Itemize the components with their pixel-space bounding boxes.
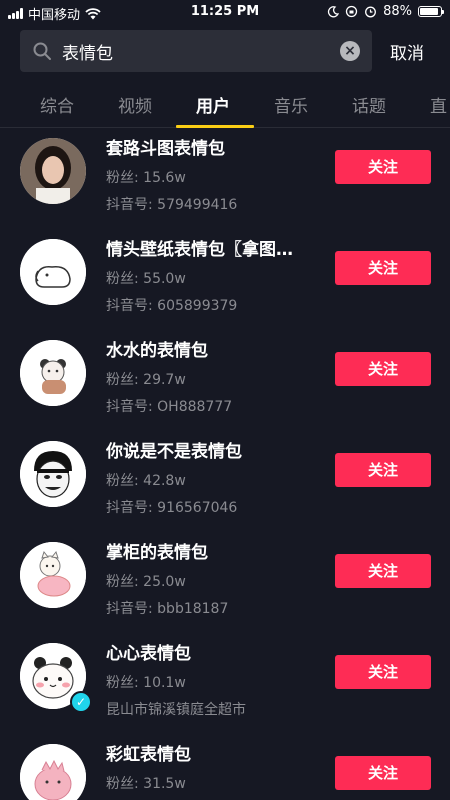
tab-topics[interactable]: 话题 xyxy=(352,92,386,117)
tab-videos[interactable]: 视频 xyxy=(118,92,152,117)
user-name[interactable]: 掌柜的表情包 xyxy=(106,538,316,563)
pink-dino-avatar-icon xyxy=(20,744,86,800)
search-bar[interactable]: × xyxy=(20,30,372,72)
follow-button[interactable]: 关注 xyxy=(335,150,431,184)
list-item[interactable]: 掌柜的表情包 粉丝: 25.0w 抖音号: bbb18187 关注 xyxy=(0,532,450,633)
follow-button[interactable]: 关注 xyxy=(335,554,431,588)
tab-users[interactable]: 用户 xyxy=(196,92,230,117)
follow-button[interactable]: 关注 xyxy=(335,655,431,689)
douyin-id: 抖音号: bbb18187 xyxy=(106,601,229,617)
search-results-screen: 中国移动 11:25 PM 88% 表情包 × 取消 综合 视频 用户 音乐 话… xyxy=(0,0,450,800)
cancel-button[interactable]: 取消 xyxy=(390,39,424,64)
tab-comprehensive[interactable]: 综合 xyxy=(40,92,74,117)
douyin-id: 抖音号: OH888777 xyxy=(106,399,233,415)
result-tabs: 综合 视频 用户 音乐 话题 直 xyxy=(0,82,450,128)
user-name[interactable]: 你说是不是表情包 xyxy=(106,437,316,462)
list-item[interactable]: 套路斗图表情包 粉丝: 15.6w 抖音号: 579499416 关注 xyxy=(0,128,450,229)
alarm-icon xyxy=(365,6,377,18)
clear-search-icon[interactable]: × xyxy=(340,41,360,61)
follower-count: 粉丝: 25.0w xyxy=(106,574,186,590)
rotation-lock-icon xyxy=(345,5,358,18)
avatar[interactable] xyxy=(20,138,86,204)
cat-pig-avatar-icon xyxy=(20,542,86,608)
user-name[interactable]: 彩虹表情包 xyxy=(106,740,316,765)
search-input[interactable] xyxy=(62,30,332,72)
list-item[interactable]: 情头壁纸表情包〖拿图… 粉丝: 55.0w 抖音号: 605899379 关注 xyxy=(0,229,450,330)
user-list: 套路斗图表情包 粉丝: 15.6w 抖音号: 579499416 关注 情头壁纸… xyxy=(0,128,450,800)
battery-percent: 88% xyxy=(383,4,412,19)
panda-bear-avatar-icon xyxy=(20,340,86,406)
girl-portrait-avatar-icon xyxy=(20,138,86,204)
follow-button[interactable]: 关注 xyxy=(335,756,431,790)
avatar[interactable] xyxy=(20,239,86,305)
avatar[interactable] xyxy=(20,542,86,608)
follower-count: 粉丝: 55.0w xyxy=(106,271,186,287)
list-item[interactable]: ✓ 心心表情包 粉丝: 10.1w 昆山市锦溪镇庭全超市 关注 xyxy=(0,633,450,734)
user-location: 昆山市锦溪镇庭全超市 xyxy=(106,702,246,718)
user-name[interactable]: 情头壁纸表情包〖拿图… xyxy=(106,235,316,260)
follower-count: 粉丝: 31.5w xyxy=(106,776,186,792)
search-icon xyxy=(33,42,51,60)
avatar[interactable] xyxy=(20,744,86,800)
battery-icon xyxy=(418,6,444,17)
douyin-id: 抖音号: 605899379 xyxy=(106,298,238,314)
follow-button[interactable]: 关注 xyxy=(335,453,431,487)
status-bar: 中国移动 11:25 PM 88% xyxy=(0,0,450,24)
meme-face-avatar-icon xyxy=(20,441,86,507)
follower-count: 粉丝: 42.8w xyxy=(106,473,186,489)
douyin-id: 抖音号: 916567046 xyxy=(106,500,238,516)
list-item[interactable]: 水水的表情包 粉丝: 29.7w 抖音号: OH888777 关注 xyxy=(0,330,450,431)
follow-button[interactable]: 关注 xyxy=(335,251,431,285)
verified-badge-icon: ✓ xyxy=(70,691,92,713)
follower-count: 粉丝: 15.6w xyxy=(106,170,186,186)
battery-level xyxy=(420,8,438,15)
user-name[interactable]: 水水的表情包 xyxy=(106,336,316,361)
tab-music[interactable]: 音乐 xyxy=(274,92,308,117)
follow-button[interactable]: 关注 xyxy=(335,352,431,386)
avatar[interactable] xyxy=(20,340,86,406)
tab-live[interactable]: 直 xyxy=(430,92,447,117)
moon-icon xyxy=(328,5,340,17)
user-name[interactable]: 套路斗图表情包 xyxy=(106,134,316,159)
avatar[interactable] xyxy=(20,441,86,507)
white-puppy-avatar-icon xyxy=(20,239,86,305)
user-name[interactable]: 心心表情包 xyxy=(106,639,316,664)
list-item[interactable]: 彩虹表情包 粉丝: 31.5w 抖音号: … 关注 xyxy=(0,734,450,800)
follower-count: 粉丝: 29.7w xyxy=(106,372,186,388)
list-item[interactable]: 你说是不是表情包 粉丝: 42.8w 抖音号: 916567046 关注 xyxy=(0,431,450,532)
follower-count: 粉丝: 10.1w xyxy=(106,675,186,691)
douyin-id: 抖音号: 579499416 xyxy=(106,197,238,213)
